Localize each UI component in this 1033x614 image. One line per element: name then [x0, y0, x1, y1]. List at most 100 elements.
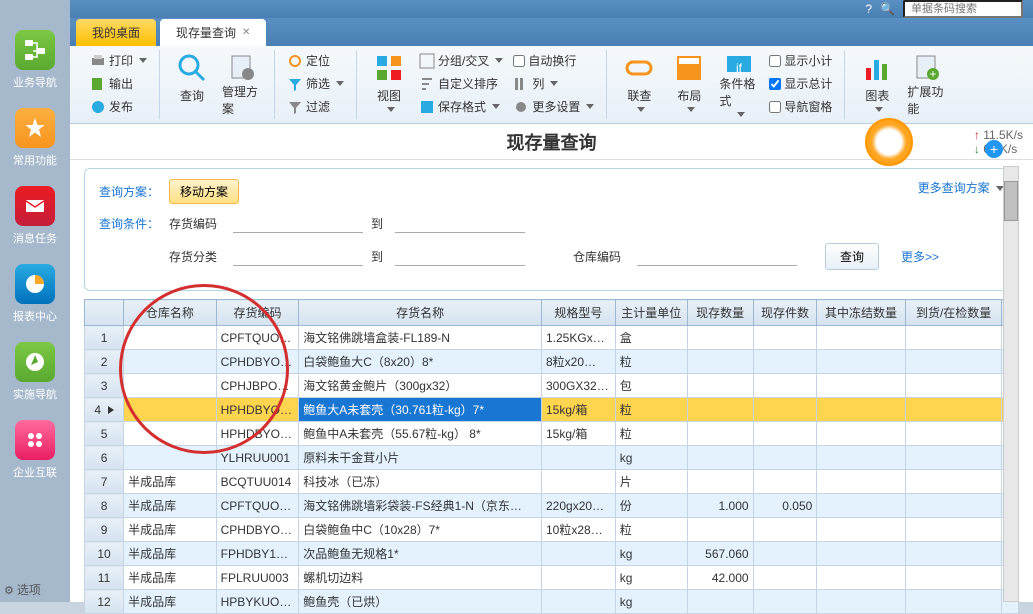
cell-qty[interactable]: [687, 470, 753, 494]
cell-name[interactable]: 科技冰（已冻）: [299, 470, 542, 494]
nav-impl[interactable]: 实施导航: [0, 342, 70, 402]
cell-pcs[interactable]: [753, 350, 817, 374]
cell-uom[interactable]: 片: [615, 470, 687, 494]
cell-frz[interactable]: [817, 470, 905, 494]
cell-pcs[interactable]: [753, 542, 817, 566]
layout-btn[interactable]: 布局: [667, 50, 711, 119]
cell-arr[interactable]: [905, 446, 1002, 470]
cell-arr[interactable]: [905, 350, 1002, 374]
cell-uom[interactable]: 粒: [615, 518, 687, 542]
col-code[interactable]: 存货编码: [216, 300, 299, 326]
cell-qty[interactable]: 567.060: [687, 542, 753, 566]
cell-rownum[interactable]: 7: [85, 470, 124, 494]
sort-btn[interactable]: 自定义排序: [417, 73, 505, 94]
cell-spec[interactable]: 1.25KGx…: [542, 326, 616, 350]
barcode-search[interactable]: [903, 0, 1023, 18]
cell-frz[interactable]: [817, 494, 905, 518]
close-icon[interactable]: ✕: [242, 27, 250, 38]
nav-report[interactable]: 报表中心: [0, 264, 70, 324]
cell-pcs[interactable]: [753, 446, 817, 470]
col-pcs[interactable]: 现存件数: [753, 300, 817, 326]
cell-code[interactable]: YLHRUU001: [216, 446, 299, 470]
tot-cb[interactable]: [769, 78, 781, 90]
nav-cb[interactable]: [769, 101, 781, 113]
plan-tag[interactable]: 移动方案: [169, 179, 239, 204]
cell-rownum[interactable]: 10: [85, 542, 124, 566]
cell-code[interactable]: HPHDBYO…: [216, 398, 299, 422]
cell-arr[interactable]: [905, 422, 1002, 446]
scrollbar[interactable]: [1003, 166, 1019, 602]
cell-spec[interactable]: [542, 446, 616, 470]
table-row[interactable]: 10半成品库FPHDBY1…次品鲍鱼无规格1*kg567.060: [85, 542, 1019, 566]
cell-frz[interactable]: [817, 542, 905, 566]
cell-name[interactable]: 鲍鱼中A未套壳（55.67粒-kg） 8*: [299, 422, 542, 446]
cat-from[interactable]: [233, 247, 363, 266]
more-link[interactable]: 更多>>: [901, 248, 939, 265]
cell-name[interactable]: 螺机切边料: [299, 566, 542, 590]
help-icon[interactable]: ?: [865, 2, 872, 16]
col-spec[interactable]: 规格型号: [542, 300, 616, 326]
cell-uom[interactable]: 粒: [615, 398, 687, 422]
data-grid[interactable]: 仓库名称 存货编码 存货名称 规格型号 主计量单位 现存数量 现存件数 其中冻结…: [84, 299, 1019, 614]
cell-qty[interactable]: [687, 446, 753, 470]
cell-name[interactable]: 海文铭佛跳墙彩袋装-FS经典1-N（京东…: [299, 494, 542, 518]
tab-desktop[interactable]: 我的桌面: [76, 19, 156, 46]
wh-input[interactable]: [637, 247, 797, 266]
cell-frz[interactable]: [817, 374, 905, 398]
cell-spec[interactable]: 8粒x20…: [542, 350, 616, 374]
bottom-opt[interactable]: ⚙ 选项: [4, 581, 41, 598]
cell-arr[interactable]: [905, 374, 1002, 398]
cell-wh[interactable]: 半成品库: [124, 542, 217, 566]
cell-qty[interactable]: [687, 374, 753, 398]
ext-btn[interactable]: +扩展功能: [905, 50, 949, 119]
cell-uom[interactable]: 份: [615, 494, 687, 518]
total-btn[interactable]: 显示总计: [767, 73, 834, 94]
cell-pcs[interactable]: [753, 398, 817, 422]
cell-qty[interactable]: 42.000: [687, 566, 753, 590]
cell-wh[interactable]: [124, 422, 217, 446]
code-from[interactable]: [233, 214, 363, 233]
filter2-btn[interactable]: 过滤: [285, 96, 346, 117]
cell-uom[interactable]: 粒: [615, 350, 687, 374]
cell-name[interactable]: 海文铭佛跳墙盒装-FL189-N: [299, 326, 542, 350]
table-row[interactable]: 6YLHRUU001原料未干金茸小片kg: [85, 446, 1019, 470]
cell-code[interactable]: CPHDBYO…: [216, 350, 299, 374]
cell-rownum[interactable]: 11: [85, 566, 124, 590]
locate-btn[interactable]: 定位: [285, 50, 346, 71]
table-row[interactable]: 11半成品库FPLRUU003螺机切边料kg42.000: [85, 566, 1019, 590]
cell-pcs[interactable]: 0.050: [753, 494, 817, 518]
col-arr[interactable]: 到货/在检数量: [905, 300, 1002, 326]
plus-button[interactable]: +: [985, 140, 1003, 158]
cell-spec[interactable]: 15kg/箱: [542, 422, 616, 446]
cell-qty[interactable]: [687, 518, 753, 542]
table-row[interactable]: 8半成品库CPFTQUO…海文铭佛跳墙彩袋装-FS经典1-N（京东…220gx2…: [85, 494, 1019, 518]
cell-spec[interactable]: [542, 566, 616, 590]
cell-code[interactable]: CPHJBPO…: [216, 374, 299, 398]
cell-arr[interactable]: [905, 494, 1002, 518]
chart-btn[interactable]: 图表: [855, 50, 899, 119]
query-btn[interactable]: 查询: [170, 50, 214, 119]
cell-frz[interactable]: [817, 518, 905, 542]
moreset-btn[interactable]: 更多设置: [511, 96, 596, 117]
cell-rownum[interactable]: 1: [85, 326, 124, 350]
cell-code[interactable]: FPHDBY1…: [216, 542, 299, 566]
cell-arr[interactable]: [905, 326, 1002, 350]
col-qty[interactable]: 现存数量: [687, 300, 753, 326]
cell-code[interactable]: CPFTQUO…: [216, 494, 299, 518]
query-submit[interactable]: 查询: [825, 243, 879, 270]
cell-frz[interactable]: [817, 350, 905, 374]
col-uom[interactable]: 主计量单位: [615, 300, 687, 326]
table-row[interactable]: 9半成品库CPHDBYO…白袋鲍鱼中C（10x28）7*10粒x28…粒: [85, 518, 1019, 542]
link-btn[interactable]: 联查: [617, 50, 661, 119]
wrap-cb[interactable]: [513, 55, 525, 67]
cell-spec[interactable]: [542, 542, 616, 566]
col-frz[interactable]: 其中冻结数量: [817, 300, 905, 326]
cell-wh[interactable]: [124, 350, 217, 374]
cell-rownum[interactable]: 4: [85, 398, 124, 422]
cell-code[interactable]: CPFTQUO…: [216, 326, 299, 350]
cell-spec[interactable]: 15kg/箱: [542, 398, 616, 422]
publish-btn[interactable]: 发布: [88, 96, 149, 117]
cell-arr[interactable]: [905, 518, 1002, 542]
code-to[interactable]: [395, 214, 525, 233]
cell-wh[interactable]: 半成品库: [124, 566, 217, 590]
